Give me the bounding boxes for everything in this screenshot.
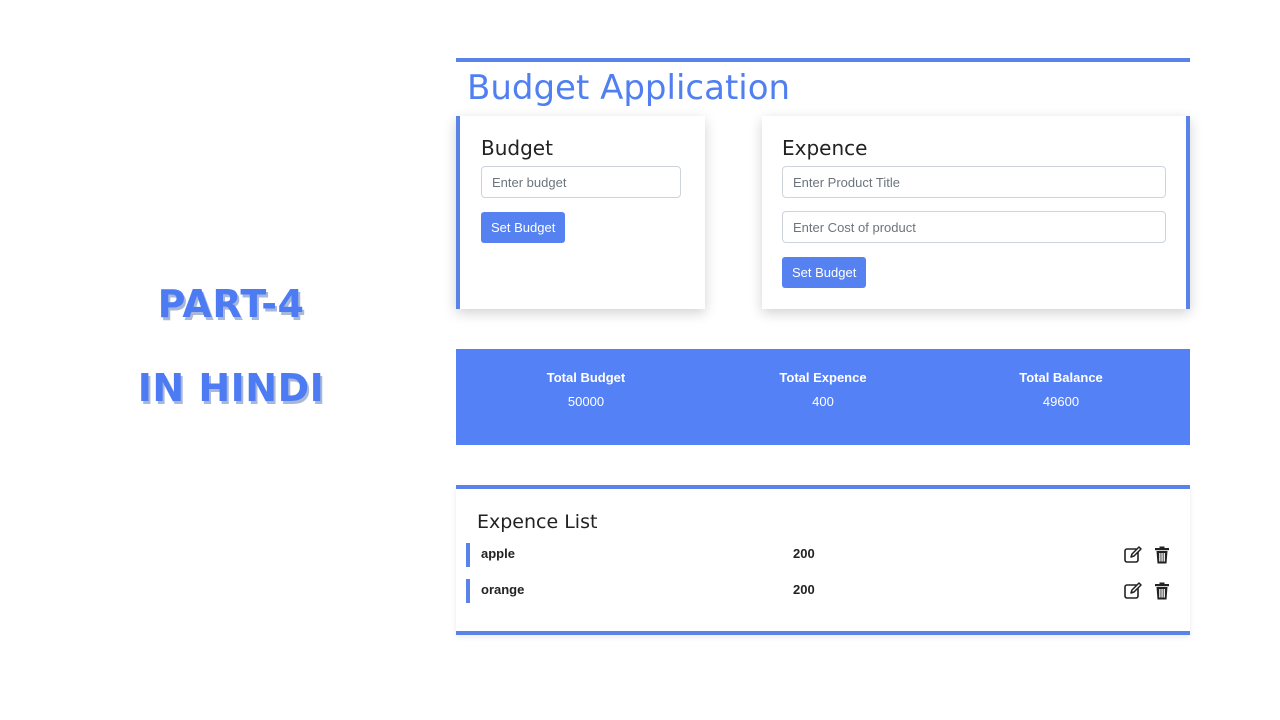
trash-icon[interactable] — [1152, 545, 1172, 565]
row-actions — [1123, 581, 1172, 601]
set-budget-button[interactable]: Set Budget — [481, 212, 566, 243]
item-cost: 200 — [793, 546, 815, 561]
list-item: orange 200 — [466, 579, 1176, 603]
page: PART-4 IN HINDI Budget Application Budge… — [0, 0, 1280, 720]
totals-banner: Total Budget 50000 Total Expence 400 Tot… — [456, 349, 1190, 445]
edit-icon[interactable] — [1123, 581, 1143, 601]
row-actions — [1123, 545, 1172, 565]
total-expence: Total Expence 400 — [723, 369, 923, 411]
total-balance-value: 49600 — [1042, 394, 1080, 409]
total-budget-value: 50000 — [567, 394, 605, 409]
budget-app: Budget Application Budget Set Budget Exp… — [456, 58, 1190, 635]
total-expence-value: 400 — [812, 394, 834, 409]
expence-card: Expence Set Budget — [762, 116, 1190, 309]
budget-heading: Budget — [481, 136, 553, 160]
row-accent-bar — [466, 579, 470, 603]
top-divider — [456, 58, 1190, 62]
item-cost: 200 — [793, 582, 815, 597]
promo-part-label: PART-4 — [157, 282, 305, 326]
expence-list-heading: Expence List — [477, 511, 598, 533]
list-item: apple 200 — [466, 543, 1176, 567]
promo-language-label: IN HINDI — [137, 366, 325, 410]
page-title: Budget Application — [467, 68, 791, 108]
total-balance: Total Balance 49600 — [961, 369, 1161, 411]
expence-heading: Expence — [782, 136, 868, 160]
total-budget: Total Budget 50000 — [486, 369, 686, 411]
add-expence-button[interactable]: Set Budget — [782, 257, 867, 288]
row-accent-bar — [466, 543, 470, 567]
edit-icon[interactable] — [1123, 545, 1143, 565]
item-name: orange — [481, 582, 525, 597]
product-cost-input[interactable] — [782, 211, 1166, 243]
total-balance-label: Total Balance — [1019, 370, 1103, 385]
total-expence-label: Total Expence — [779, 370, 867, 385]
expence-list: Expence List apple 200 orange 200 — [456, 485, 1190, 635]
budget-input[interactable] — [481, 166, 681, 198]
trash-icon[interactable] — [1152, 581, 1172, 601]
total-budget-label: Total Budget — [546, 370, 626, 385]
product-title-input[interactable] — [782, 166, 1166, 198]
budget-card: Budget Set Budget — [456, 116, 705, 309]
item-name: apple — [481, 546, 515, 561]
